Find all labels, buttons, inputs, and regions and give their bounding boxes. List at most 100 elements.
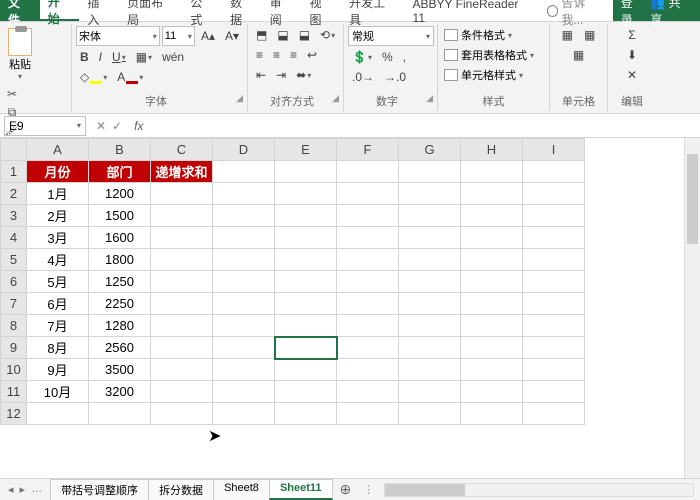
autosum-icon[interactable]: Σ [624,26,639,44]
cell-B2[interactable]: 1200 [89,183,151,205]
percent-format-icon[interactable]: % [378,48,397,66]
align-right-icon[interactable]: ≡ [286,46,301,64]
cell-B11[interactable]: 3200 [89,381,151,403]
cell-G6[interactable] [399,271,461,293]
cell-A5[interactable]: 4月 [27,249,89,271]
number-launcher[interactable]: ◢ [426,93,433,104]
cell-C2[interactable] [151,183,213,205]
cell-C9[interactable] [151,337,213,359]
cell-C1[interactable]: 递增求和 [151,161,213,183]
cell-C5[interactable] [151,249,213,271]
cell-I11[interactable] [523,381,585,403]
cell-D1[interactable] [213,161,275,183]
cell-B12[interactable] [89,403,151,425]
cell-G3[interactable] [399,205,461,227]
row-header-6[interactable]: 6 [1,271,27,293]
row-header-5[interactable]: 5 [1,249,27,271]
col-header-F[interactable]: F [337,139,399,161]
cell-E11[interactable] [275,381,337,403]
row-header-2[interactable]: 2 [1,183,27,205]
sheet-tab[interactable]: 拆分数据 [148,479,214,500]
cell-A10[interactable]: 9月 [27,359,89,381]
vertical-scrollbar[interactable] [684,138,700,478]
row-header-7[interactable]: 7 [1,293,27,315]
insert-cells-icon[interactable]: ▦ [558,26,577,44]
bold-button[interactable]: B [76,48,93,66]
comma-format-icon[interactable]: , [399,48,410,66]
row-header-4[interactable]: 4 [1,227,27,249]
tab-home[interactable]: 开始 [40,0,80,21]
cell-G4[interactable] [399,227,461,249]
cell-F4[interactable] [337,227,399,249]
cell-E6[interactable] [275,271,337,293]
col-header-C[interactable]: C [151,139,213,161]
cell-G9[interactable] [399,337,461,359]
increase-decimal-icon[interactable]: .0→ [348,68,378,86]
delete-cells-icon[interactable]: ▦ [580,26,599,44]
cell-A2[interactable]: 1月 [27,183,89,205]
cell-H3[interactable] [461,205,523,227]
row-header-12[interactable]: 12 [1,403,27,425]
cell-I7[interactable] [523,293,585,315]
font-launcher[interactable]: ◢ [236,93,243,104]
formula-bar[interactable] [149,116,700,136]
cell-G11[interactable] [399,381,461,403]
cell-A3[interactable]: 2月 [27,205,89,227]
cell-I1[interactable] [523,161,585,183]
conditional-format-button[interactable]: 条件格式▾ [442,26,545,44]
cell-I9[interactable] [523,337,585,359]
cell-D12[interactable] [213,403,275,425]
cell-C11[interactable] [151,381,213,403]
cell-E3[interactable] [275,205,337,227]
cell-D11[interactable] [213,381,275,403]
increase-indent-icon[interactable]: ⇥ [272,66,290,84]
cell-F2[interactable] [337,183,399,205]
cell-G10[interactable] [399,359,461,381]
new-sheet-button[interactable]: ⊕ [332,481,360,498]
cell-I12[interactable] [523,403,585,425]
align-top-icon[interactable]: ⬒ [252,26,271,44]
sheet-tab[interactable]: 带括号调整顺序 [50,479,149,500]
italic-button[interactable]: I [95,48,106,66]
format-cells-icon[interactable]: ▦ [569,46,588,64]
tab-file[interactable]: 文件 [0,0,40,21]
cell-A1[interactable]: 月份 [27,161,89,183]
cell-E7[interactable] [275,293,337,315]
cell-C6[interactable] [151,271,213,293]
tell-me[interactable]: 告诉我... [541,0,613,21]
sheet-tab[interactable]: Sheet11 [269,479,333,500]
cell-F3[interactable] [337,205,399,227]
tab-page-layout[interactable]: 页面布局 [119,0,182,21]
cell-F7[interactable] [337,293,399,315]
cell-I10[interactable] [523,359,585,381]
tab-scroll-left-icon[interactable]: ◂ [8,483,14,496]
cell-D4[interactable] [213,227,275,249]
cell-F11[interactable] [337,381,399,403]
font-size-select[interactable]: 11▾ [162,26,195,46]
cell-H6[interactable] [461,271,523,293]
align-center-icon[interactable]: ≡ [269,46,284,64]
merge-center-icon[interactable]: ⬌▾ [292,66,315,84]
cell-H2[interactable] [461,183,523,205]
cell-B10[interactable]: 3500 [89,359,151,381]
cell-B1[interactable]: 部门 [89,161,151,183]
share-button[interactable]: 👥 共享 [650,0,692,28]
row-header-11[interactable]: 11 [1,381,27,403]
cell-C3[interactable] [151,205,213,227]
cell-F8[interactable] [337,315,399,337]
cell-G7[interactable] [399,293,461,315]
cell-C10[interactable] [151,359,213,381]
decrease-decimal-icon[interactable]: →.0 [380,68,410,86]
border-button[interactable]: ▦▾ [132,48,156,66]
cell-A6[interactable]: 5月 [27,271,89,293]
align-launcher[interactable]: ◢ [332,93,339,104]
cell-E12[interactable] [275,403,337,425]
cell-G12[interactable] [399,403,461,425]
cut-icon[interactable]: ✂ [4,87,20,101]
cell-E1[interactable] [275,161,337,183]
cell-A12[interactable] [27,403,89,425]
cell-I4[interactable] [523,227,585,249]
cell-E5[interactable] [275,249,337,271]
cell-H10[interactable] [461,359,523,381]
cell-F1[interactable] [337,161,399,183]
